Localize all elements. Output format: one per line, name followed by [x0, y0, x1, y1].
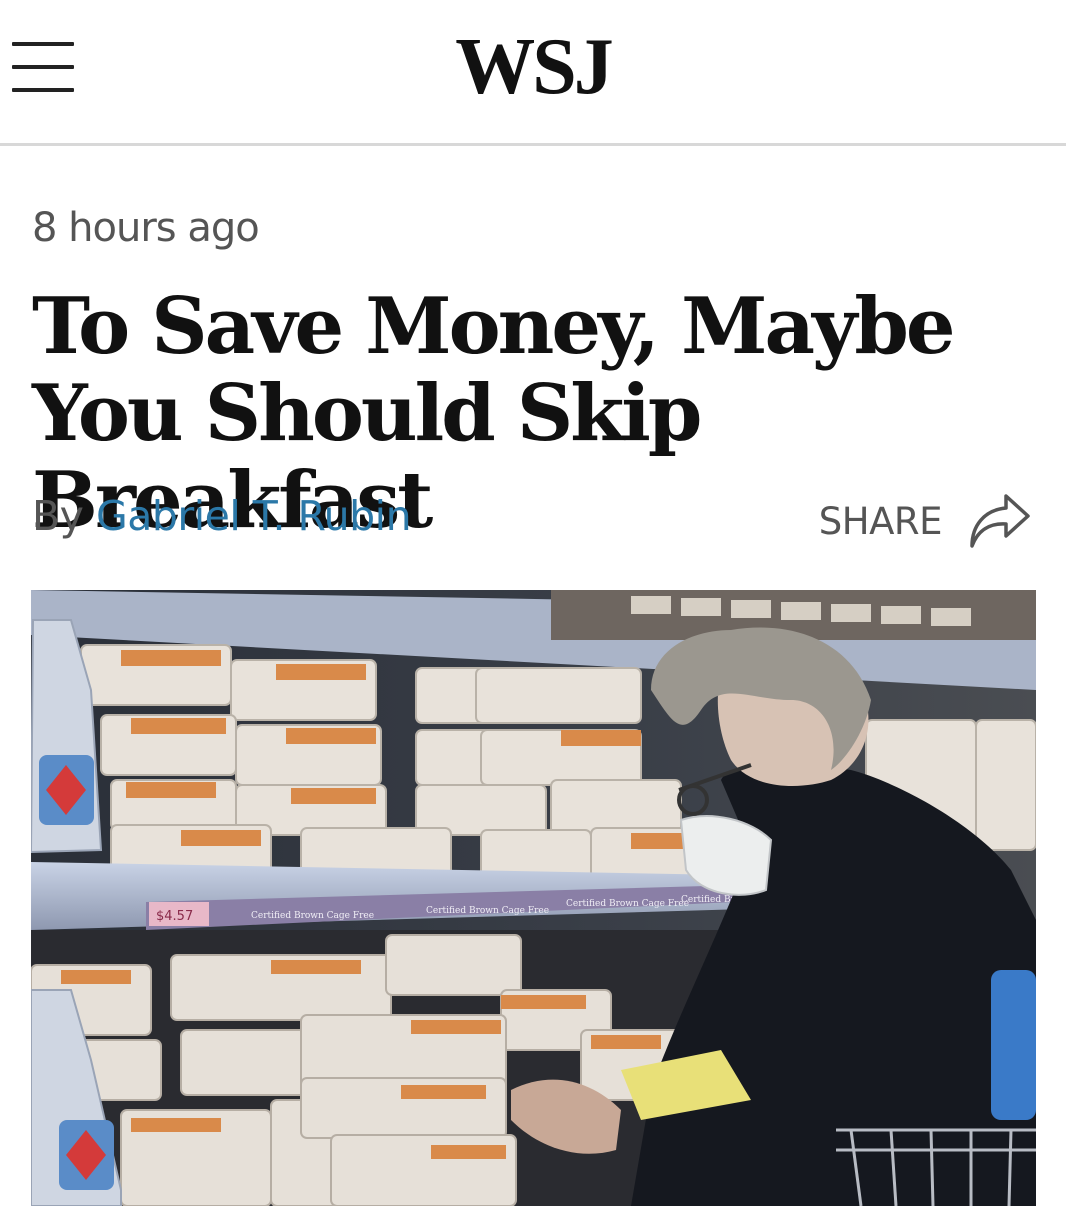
wsj-logo[interactable]: WSJ	[0, 22, 1066, 112]
byline-prefix: By	[32, 492, 84, 540]
share-label: SHARE	[818, 499, 943, 543]
article-photo: $4.57 Certified Brown Cage Free Certifie…	[31, 590, 1036, 1206]
share-button[interactable]: SHARE	[819, 492, 1032, 550]
share-arrow-icon	[968, 492, 1032, 550]
shelf-label: Certified Brown Cage Free	[426, 906, 549, 916]
byline: By Gabriel T. Rubin	[32, 492, 412, 540]
eggs-shopper-illustration: $4.57 Certified Brown Cage Free Certifie…	[31, 590, 1036, 1206]
top-bar: WSJ	[0, 0, 1066, 146]
shelf-label: Certified Brown Cage Free	[251, 911, 374, 921]
author-link[interactable]: Gabriel T. Rubin	[96, 492, 412, 540]
shelf-label: Certified Brown Cage Free	[566, 899, 689, 909]
price-tag: $4.57	[156, 909, 193, 924]
article-timestamp: 8 hours ago	[32, 205, 260, 251]
